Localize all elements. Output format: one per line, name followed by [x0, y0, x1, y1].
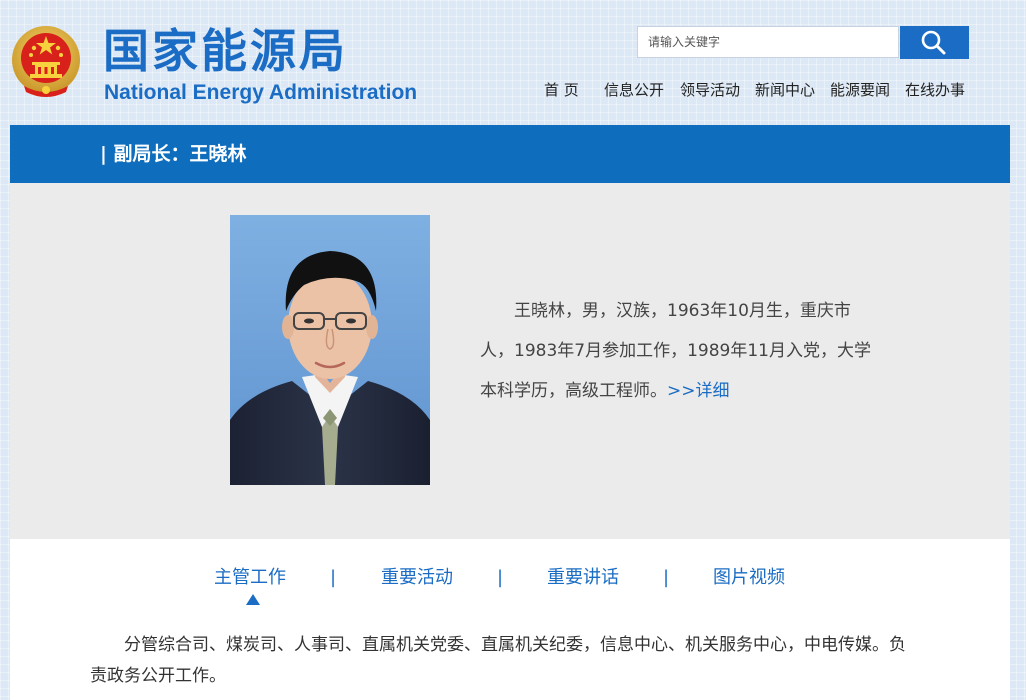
- nav-item-energy-news[interactable]: 能源要闻: [830, 80, 890, 100]
- nav-item-home[interactable]: 首 页: [544, 80, 579, 100]
- detail-link[interactable]: >>详细: [667, 381, 730, 401]
- bio-text-block: 王晓林，男，汉族，1963年10月生，重庆市人，1983年7月参加工作，1989…: [480, 291, 878, 411]
- main-panel: | 副局长：王晓林 王晓林，男，汉族，1963年10月生，重庆市人，1983年7…: [10, 125, 1010, 700]
- portrait-photo: [230, 215, 430, 485]
- tab-photos-videos[interactable]: 图片视频: [713, 565, 785, 591]
- site-logo-english[interactable]: National Energy Administration: [104, 80, 417, 106]
- profile-area: 王晓林，男，汉族，1963年10月生，重庆市人，1983年7月参加工作，1989…: [10, 183, 1010, 539]
- search-input[interactable]: [638, 27, 898, 57]
- tab-separator: |: [663, 567, 670, 588]
- search-box: [637, 26, 899, 58]
- active-tab-indicator: [246, 594, 260, 605]
- tab-separator: |: [497, 567, 504, 588]
- title-bar: | 副局长：王晓林: [10, 125, 1010, 183]
- page-title: | 副局长：王晓林: [100, 143, 247, 165]
- national-emblem-icon: [12, 26, 80, 97]
- tab-bar: 主管工作 | 重要活动 | 重要讲话 | 图片视频: [10, 565, 1010, 605]
- tab-main-work[interactable]: 主管工作: [214, 565, 286, 591]
- tab-separator: |: [330, 567, 337, 588]
- site-header: 国家能源局 National Energy Administration 首 页…: [0, 0, 1026, 125]
- nav-item-leader-activities[interactable]: 领导活动: [680, 80, 740, 100]
- nav-item-info-disclosure[interactable]: 信息公开: [604, 80, 664, 100]
- site-logo-chinese[interactable]: 国家能源局: [103, 24, 348, 78]
- duties-text: 分管综合司、煤炭司、人事司、直属机关党委、直属机关纪委，信息中心、机关服务中心，…: [90, 635, 906, 686]
- tab-important-activities[interactable]: 重要活动: [381, 565, 453, 591]
- nav-item-online-services[interactable]: 在线办事: [905, 80, 965, 100]
- search-button[interactable]: [900, 26, 969, 59]
- duties-text-block: 分管综合司、煤炭司、人事司、直属机关党委、直属机关纪委，信息中心、机关服务中心，…: [90, 630, 910, 692]
- nav-item-news-center[interactable]: 新闻中心: [755, 80, 815, 100]
- search-icon: [921, 30, 946, 55]
- tab-important-speeches[interactable]: 重要讲话: [547, 565, 619, 591]
